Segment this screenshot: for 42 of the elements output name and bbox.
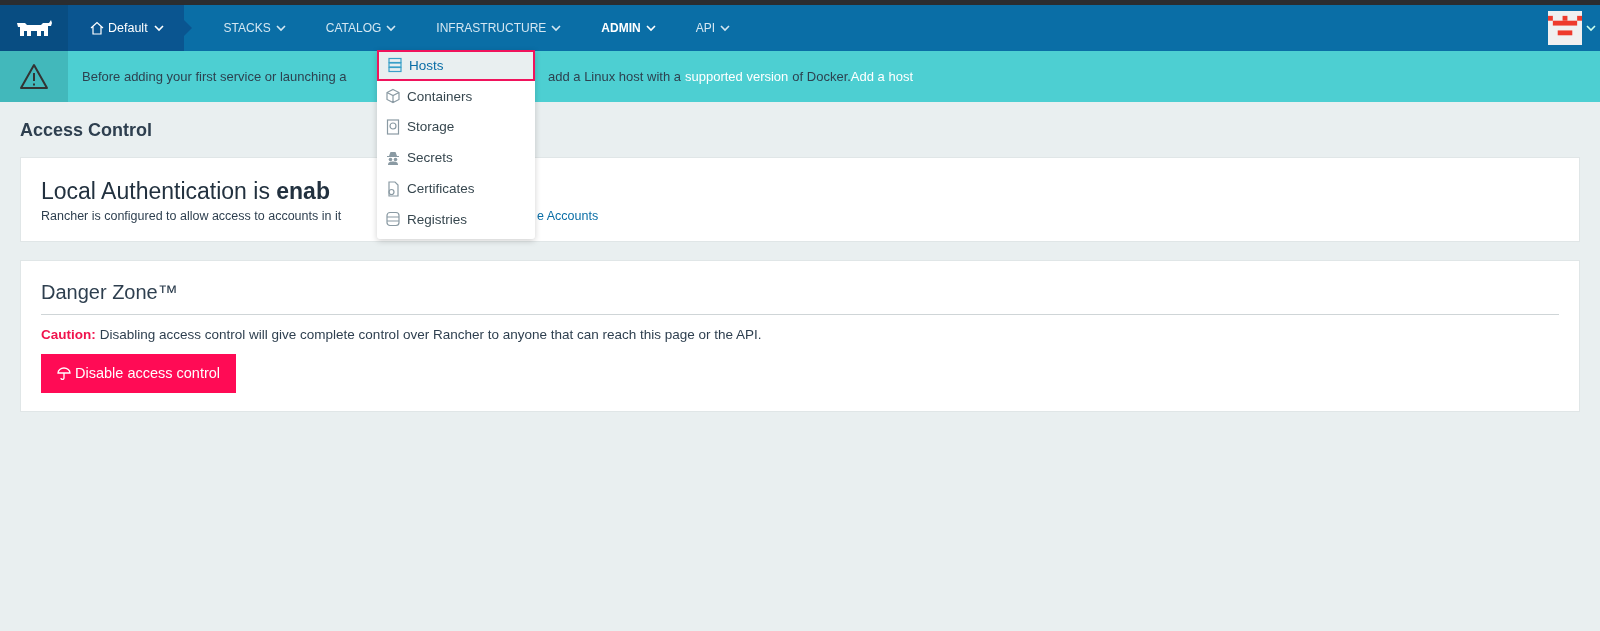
caution-text: Disabling access control will give complete control over Rancher to anyone that can reach this page or the API. (99, 327, 762, 342)
cube-icon (385, 88, 401, 105)
menu-item[interactable]: Secrets (377, 142, 535, 174)
banner-text: add a Linux host with a (548, 69, 681, 84)
banner-text: of Docker. (792, 69, 851, 84)
home-icon (90, 21, 104, 35)
umbrella-icon (57, 366, 71, 380)
caret-icon (275, 24, 286, 32)
nav-menu-item[interactable]: INFRASTRUCTURE (416, 5, 582, 51)
nav-menu-item[interactable]: CATALOG (305, 5, 417, 51)
nav-menu-item[interactable]: ADMIN (581, 5, 676, 51)
nav-menu-item[interactable]: STACKS (203, 5, 306, 51)
menu-item[interactable]: Certificates (377, 173, 535, 204)
logo-icon[interactable] (0, 5, 68, 51)
certificate-icon (385, 180, 401, 197)
caret-icon (551, 24, 562, 32)
warning-icon (19, 63, 49, 90)
caret-icon (720, 24, 730, 32)
caret-icon (153, 24, 164, 32)
menu-item[interactable]: Hosts (377, 50, 535, 81)
environment-menu[interactable]: Default (68, 5, 184, 51)
nav-menu-item[interactable]: API (675, 5, 750, 51)
server-icon (387, 57, 403, 74)
hard-drive-icon (385, 119, 401, 135)
breadcrumb-arrow (183, 20, 192, 36)
caret-icon (386, 24, 397, 32)
menu-item[interactable]: Storage (377, 111, 535, 143)
spy-icon (385, 149, 401, 166)
avatar-icon (1548, 11, 1582, 45)
caution-label: Caution: (41, 327, 96, 342)
card-heading: Local Authentication is enab (41, 178, 330, 205)
menu-item[interactable]: Containers (377, 80, 535, 112)
menu-item[interactable]: Registries (377, 204, 535, 235)
database-icon (385, 211, 401, 228)
card-heading: Danger Zone™ (41, 281, 179, 304)
banner-text: Before adding your first service or launching a (82, 69, 348, 84)
caret-icon (1586, 24, 1596, 32)
caret-icon (645, 24, 656, 32)
accounts-link[interactable]: e Accounts (537, 209, 599, 223)
disable-access-control-button[interactable]: Disable access control (41, 354, 237, 393)
page-title: Access Control (20, 120, 153, 141)
card-text: Rancher is configured to allow access to accounts in it (41, 209, 343, 223)
